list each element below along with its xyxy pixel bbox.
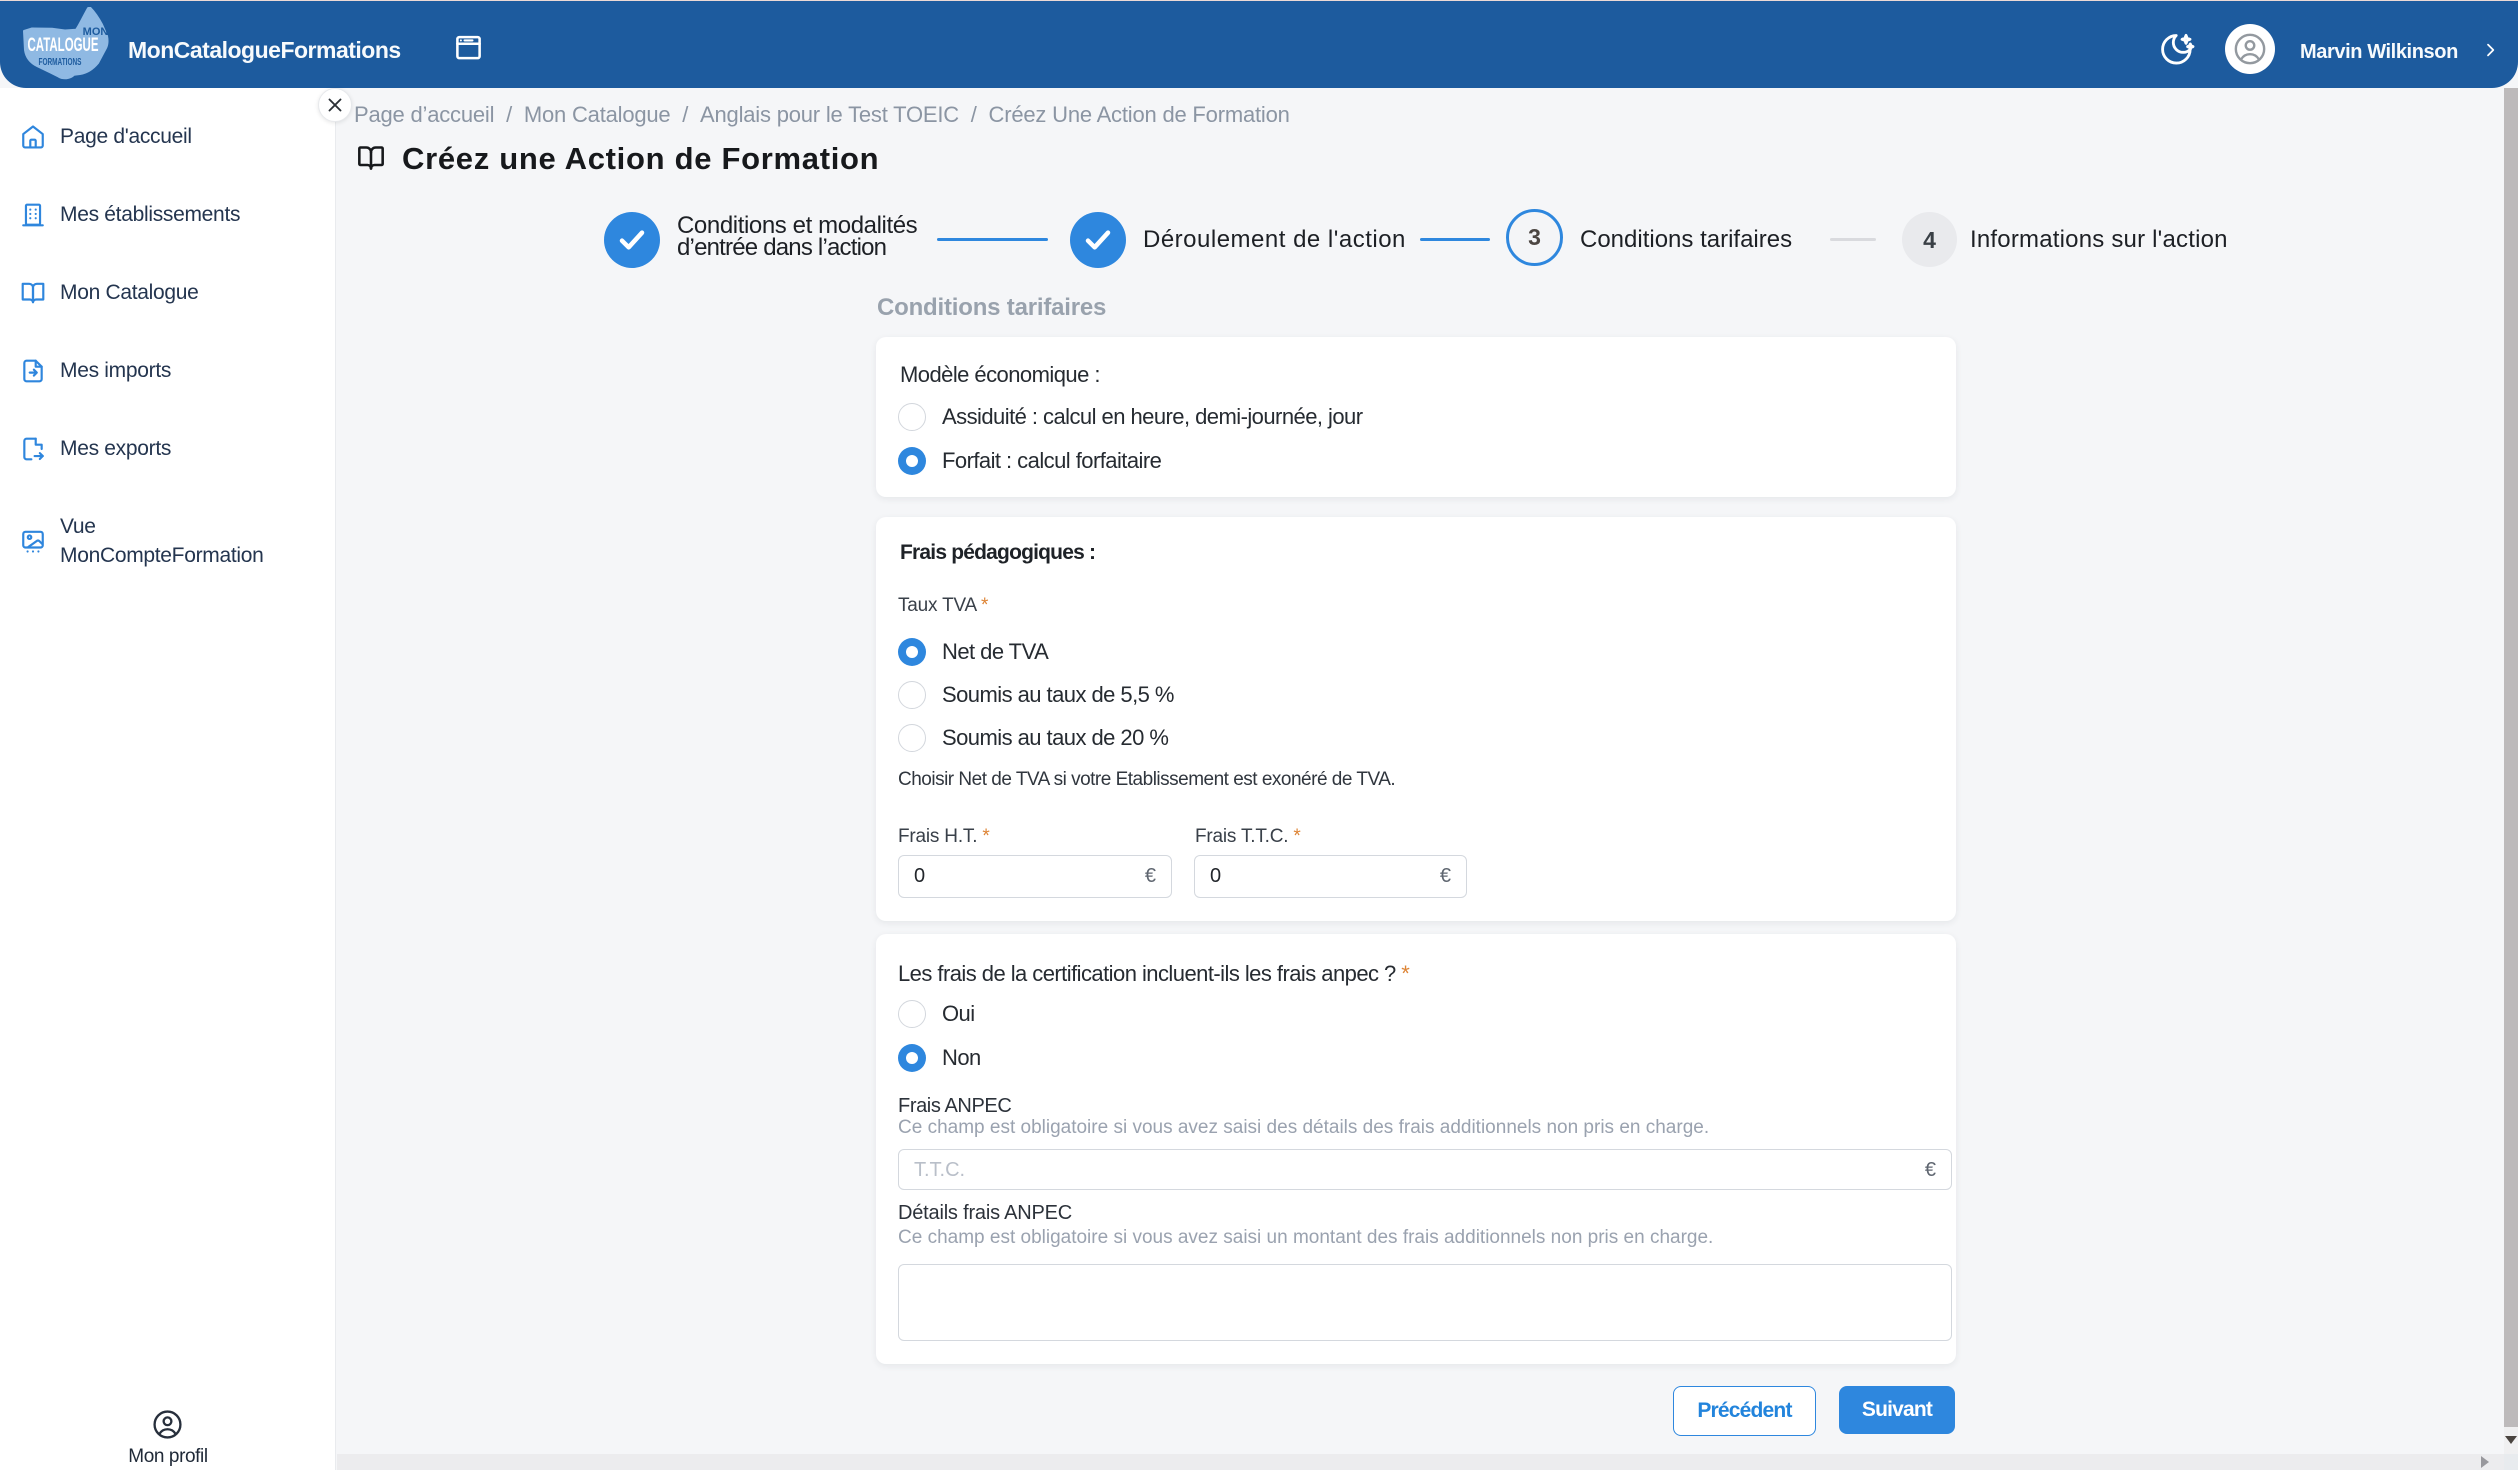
svg-text:CATALOGUE: CATALOGUE bbox=[28, 35, 99, 56]
svg-text:FORMATIONS: FORMATIONS bbox=[39, 56, 82, 68]
